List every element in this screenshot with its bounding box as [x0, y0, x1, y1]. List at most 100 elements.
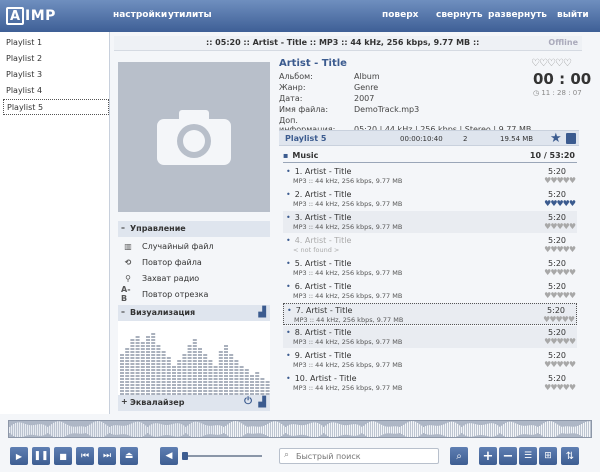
repeat-icon: ⟲ [124, 257, 132, 267]
elapsed-time[interactable]: 00 : 00 [533, 70, 591, 88]
now-playing-bar: :: 05:20 :: Artist - Title :: MP3 :: 44 … [114, 36, 582, 51]
pause-button[interactable]: ❚❚ [32, 447, 50, 465]
favorite-star-icon[interactable]: ★ [550, 131, 562, 146]
track-row[interactable]: • 8. Artist - Title MP3 :: 44 kHz, 256 kb… [283, 326, 577, 348]
rating-hearts[interactable]: ♥♥♥♥♥ [544, 383, 576, 392]
waveform-seekbar[interactable] [8, 420, 592, 438]
spectrum-icon[interactable]: ▟ [258, 307, 266, 318]
previous-button[interactable]: ⏮ [76, 447, 94, 465]
minus-icon: − [502, 448, 514, 464]
playlist-manager-button[interactable]: ☰ [519, 447, 537, 465]
playlist-duration: 00:00:10:40 [400, 135, 443, 143]
sort-button[interactable]: ⇅ [561, 447, 579, 465]
spectrum-analyzer [118, 321, 270, 395]
rating-hearts[interactable]: ♥♥♥♥♥ [544, 337, 576, 346]
option-repeat-file[interactable]: ⟲ Повтор файла [121, 256, 202, 268]
collapse-icon: – [121, 223, 125, 232]
volume-button[interactable]: ◀ [160, 447, 178, 465]
track-row[interactable]: • 1. Artist - Title MP3 :: 44 kHz, 256 kb… [283, 165, 577, 187]
meta-date: Дата: 2007 [279, 94, 375, 103]
playlist-sidebar: Playlist 1 Playlist 2 Playlist 3 Playlis… [0, 32, 110, 414]
sidebar-item-playlist-5[interactable]: Playlist 5 [3, 99, 109, 115]
sidebar-item-playlist-4[interactable]: Playlist 4 [0, 83, 109, 99]
visualization-header[interactable]: – Визуализация ▟ [118, 305, 270, 321]
logo-mark: A [6, 7, 24, 25]
select-button[interactable]: ⊞ [539, 447, 557, 465]
ab-repeat-icon: A-B [121, 285, 131, 303]
track-row[interactable]: • 4. Artist - Title < not found > 5:20 ♥♥… [283, 234, 577, 256]
control-panel-header[interactable]: – Управление [118, 221, 270, 237]
menu-utilities[interactable]: утилиты [168, 10, 212, 20]
playlist-group[interactable]: ▪ Music 10 / 53:20 [283, 150, 577, 163]
rating-hearts[interactable]: ♥♥♥♥♥ [544, 199, 576, 208]
stop-button[interactable]: ■ [54, 447, 72, 465]
logo-text: IMP [25, 8, 56, 24]
meta-filename: Имя файла: DemoTrack.mp3 [279, 105, 420, 114]
menu-exit[interactable]: выйти [557, 10, 589, 20]
menu-minimize[interactable]: свернуть [436, 10, 483, 20]
track-row[interactable]: • 10. Artist - Title MP3 :: 44 kHz, 256 k… [283, 372, 577, 394]
playlist-header: Playlist 5 00:00:10:40 2 19.54 MB ★ [279, 130, 579, 146]
sidebar-item-playlist-3[interactable]: Playlist 3 [0, 67, 109, 83]
sidebar-item-playlist-1[interactable]: Playlist 1 [0, 35, 109, 51]
camera-icon [157, 110, 231, 165]
shuffle-icon: ▥ [124, 241, 132, 251]
stop-icon: ■ [59, 451, 67, 461]
previous-icon: ⏮ [80, 451, 90, 461]
search-input[interactable] [296, 450, 436, 462]
track-row[interactable]: • 2. Artist - Title MP3 :: 44 kHz, 256 kb… [283, 188, 577, 210]
track-rating[interactable]: ♡♡♡♡♡ [531, 58, 572, 69]
playlist-icon: ☰ [523, 451, 533, 461]
rating-hearts[interactable]: ♥♥♥♥♥ [544, 222, 576, 231]
collapse-icon: – [121, 307, 125, 316]
title-bar: A IMP настройки утилиты поверх свернуть … [0, 0, 600, 32]
volume-slider[interactable] [182, 452, 262, 460]
group-stat: 10 / 53:20 [529, 151, 575, 160]
equalizer-icon[interactable]: ▟ [258, 397, 266, 408]
search-button[interactable]: ⌕ [450, 447, 468, 465]
playlist-name: Playlist 5 [285, 134, 327, 143]
eject-icon: ⏏ [124, 451, 134, 461]
playlist-count: 2 [463, 135, 468, 143]
meta-album: Альбом: Album [279, 72, 380, 81]
next-button[interactable]: ⏭ [98, 447, 116, 465]
rating-hearts[interactable]: ♥♥♥♥♥ [544, 176, 576, 185]
track-title: Artist - Title [279, 58, 347, 69]
track-row[interactable]: • 6. Artist - Title MP3 :: 44 kHz, 256 kb… [283, 280, 577, 302]
track-row[interactable]: • 7. Artist - Title MP3 :: 44 kHz, 256 kb… [283, 303, 577, 325]
quick-search[interactable]: ⌕ [279, 448, 439, 464]
rating-hearts[interactable]: ♥♥♥♥♥ [544, 268, 576, 277]
equalizer-header[interactable]: + Эквалайзер ⏻ ▟ [118, 395, 270, 411]
plus-icon: + [482, 448, 494, 464]
option-shuffle[interactable]: ▥ Случайный файл [121, 240, 213, 252]
menu-always-on-top[interactable]: поверх [382, 10, 418, 20]
add-button[interactable]: + [479, 447, 497, 465]
rating-hearts[interactable]: ♥♥♥♥♥ [544, 360, 576, 369]
search-icon: ⌕ [284, 450, 290, 460]
remove-button[interactable]: − [499, 447, 517, 465]
grid-icon: ⊞ [544, 451, 552, 461]
option-radio-capture[interactable]: ⚲ Захват радио [121, 272, 199, 284]
eject-button[interactable]: ⏏ [120, 447, 138, 465]
pause-icon: ❚❚ [33, 451, 49, 461]
album-cover[interactable] [118, 62, 270, 212]
sidebar-item-playlist-2[interactable]: Playlist 2 [0, 51, 109, 67]
menu-maximize[interactable]: развернуть [488, 10, 547, 20]
rating-hearts[interactable]: ♥♥♥♥♥ [544, 291, 576, 300]
track-row[interactable]: • 9. Artist - Title MP3 :: 44 kHz, 256 kb… [283, 349, 577, 371]
option-ab-repeat[interactable]: A-B Повтор отрезка [121, 285, 208, 303]
rating-hearts[interactable]: ♥♥♥♥♥ [543, 315, 575, 324]
menu-settings[interactable]: настройки [113, 10, 167, 20]
power-icon[interactable]: ⏻ [244, 396, 252, 407]
rating-hearts[interactable]: ♥♥♥♥♥ [544, 245, 576, 254]
playlist-size: 19.54 MB [500, 135, 534, 143]
now-playing-text: :: 05:20 :: Artist - Title :: MP3 :: 44 … [206, 38, 480, 47]
playlist-menu-icon[interactable] [566, 133, 576, 144]
play-button[interactable]: ▶ [10, 447, 28, 465]
speaker-icon: ◀ [165, 451, 173, 461]
volume-knob[interactable] [182, 452, 188, 460]
play-icon: ▶ [15, 451, 23, 461]
track-row[interactable]: • 3. Artist - Title MP3 :: 44 kHz, 256 kb… [283, 211, 577, 233]
track-row[interactable]: • 5. Artist - Title MP3 :: 44 kHz, 256 kb… [283, 257, 577, 279]
clock: ◷ 11 : 28 : 07 [533, 89, 582, 97]
